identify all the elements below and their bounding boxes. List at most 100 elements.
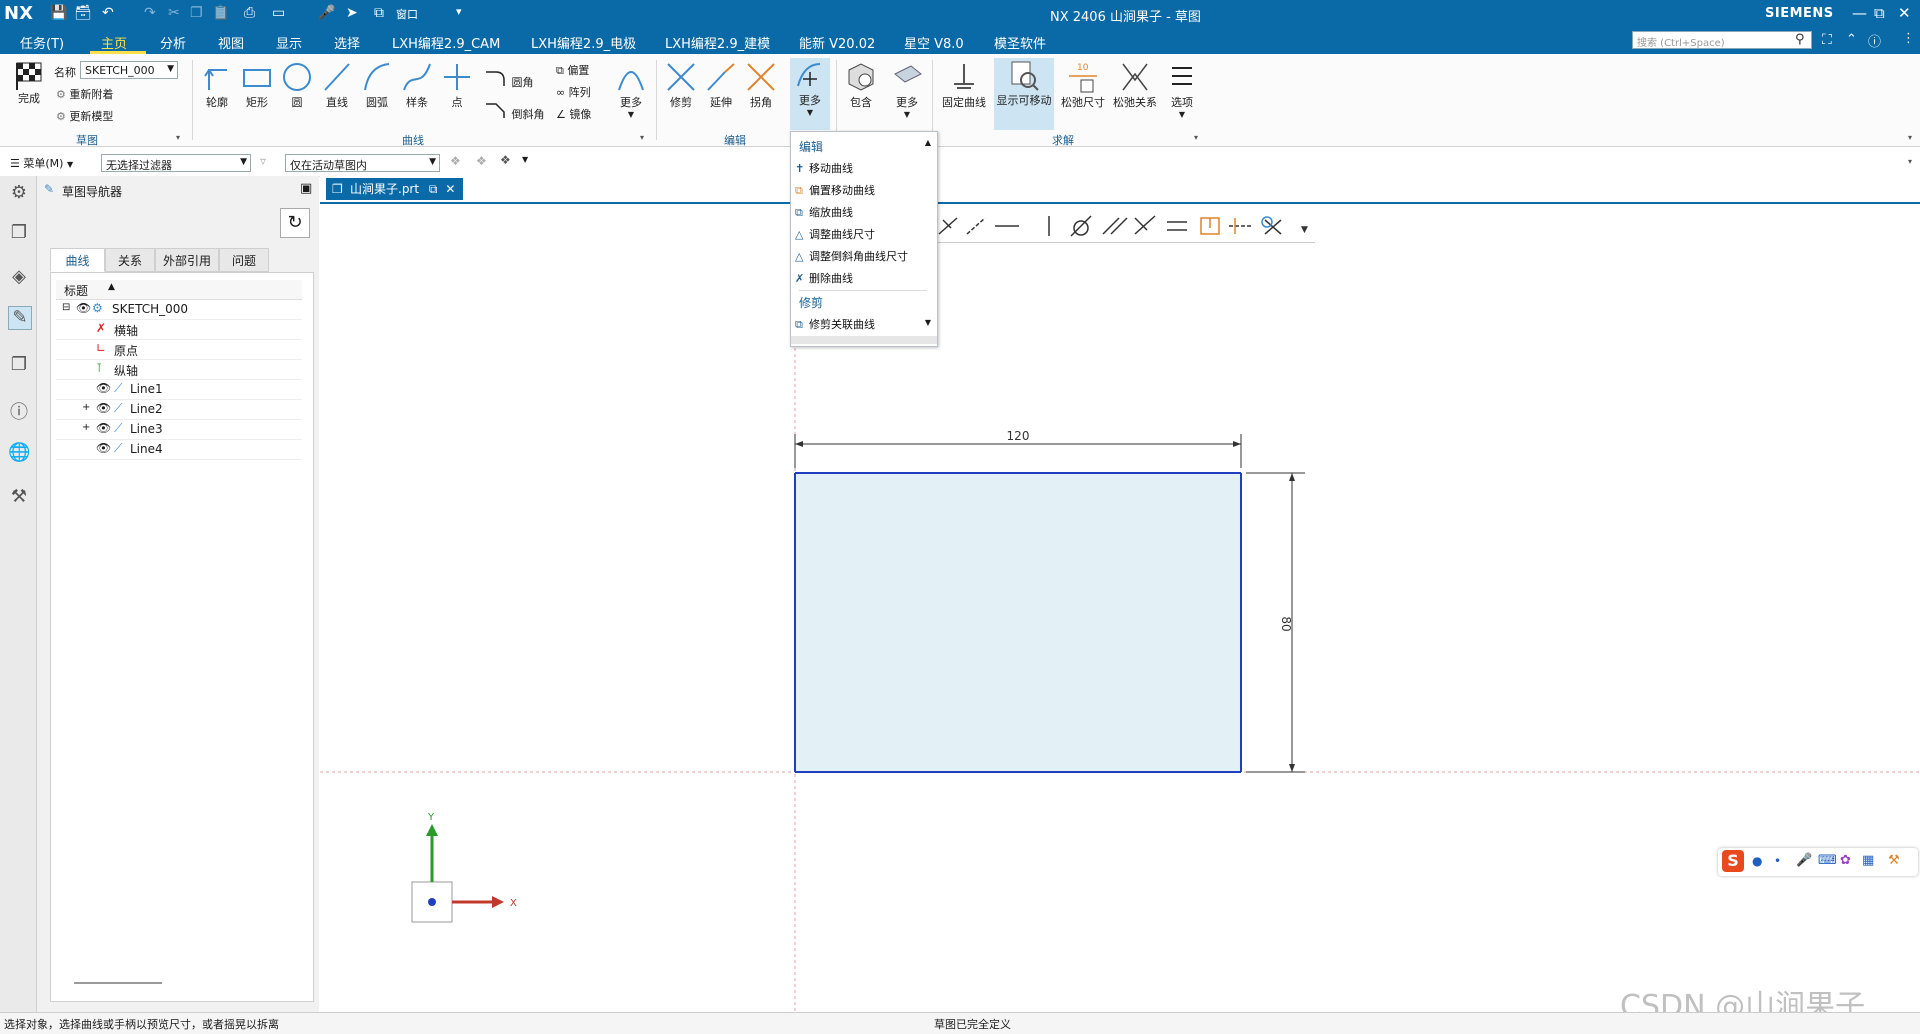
tree-row-line3[interactable]: + 👁 ⟋ Line3: [56, 420, 302, 440]
tab-analysis[interactable]: 分析: [160, 33, 186, 52]
collapse-icon[interactable]: ⊟: [62, 302, 70, 313]
command-search-input[interactable]: 搜索 (Ctrl+Space): [1632, 31, 1812, 49]
save-all-icon[interactable]: 🗃: [74, 5, 92, 21]
expand-icon[interactable]: +: [82, 422, 90, 433]
menu-item-move-curve[interactable]: ✝ 移动曲线: [795, 160, 853, 176]
perpendicular-icon[interactable]: [938, 217, 958, 235]
corner-button[interactable]: 拐角: [742, 60, 780, 110]
menu-item-resize-chamfer-curve[interactable]: △ 调整倒斜角曲线尺寸: [795, 248, 908, 264]
eye-icon[interactable]: 👁: [76, 301, 91, 315]
eye-icon[interactable]: 👁: [96, 421, 111, 435]
tree-row-line1[interactable]: 👁 ⟋ Line1: [56, 380, 302, 400]
reuse-library-icon[interactable]: ❐: [8, 354, 30, 376]
settings-gear-icon[interactable]: ⚙: [8, 182, 30, 204]
nav-tab-issues[interactable]: 问题: [219, 248, 269, 272]
tab-home[interactable]: 主页: [101, 33, 127, 52]
menu-item-scale-curve[interactable]: ⧉ 缩放曲线: [795, 204, 853, 220]
eye-icon[interactable]: 👁: [96, 441, 111, 455]
menu-item-offset-move-curve[interactable]: ⧉ 偏置移动曲线: [795, 182, 875, 198]
show-movable-button[interactable]: 显示可移动: [994, 58, 1054, 130]
tab-select[interactable]: 选择: [334, 33, 360, 52]
options-button[interactable]: 选项 ▼: [1164, 60, 1200, 119]
toolbar-expand-icon[interactable]: ▾: [1908, 157, 1912, 166]
ime-mode-icon[interactable]: ●: [1752, 854, 1762, 868]
toolbox-icon[interactable]: ▦: [1862, 853, 1874, 868]
cut-icon[interactable]: ✂: [168, 5, 180, 21]
horizontal-scrollbar[interactable]: [74, 982, 162, 984]
tab-moshen[interactable]: 模圣软件: [994, 33, 1046, 52]
tree-row-line2[interactable]: + 👁 ⟋ Line2: [56, 400, 302, 420]
pattern-button[interactable]: ∞ 阵列: [556, 84, 591, 100]
scroll-up-icon[interactable]: ▲: [925, 138, 931, 147]
relax-dimension-button[interactable]: 10 松弛尺寸: [1058, 60, 1108, 110]
tree-row-x-axis[interactable]: ✗ 横轴: [56, 320, 302, 340]
tab-nengxin[interactable]: 能新 V20.02: [799, 33, 875, 52]
history-icon[interactable]: ⓘ: [8, 398, 30, 423]
selection-filter-select[interactable]: 无选择过滤器 ▼: [101, 154, 251, 172]
trim-button[interactable]: 修剪: [662, 60, 700, 110]
fixed-icon[interactable]: [1200, 217, 1220, 235]
scroll-down-icon[interactable]: ▼: [925, 318, 931, 327]
profile-button[interactable]: 轮廓: [198, 60, 236, 110]
include-button[interactable]: 包含: [842, 60, 880, 110]
more-options-icon[interactable]: ⋮: [1902, 31, 1915, 46]
symmetric-icon[interactable]: [1261, 216, 1282, 235]
include-more-button[interactable]: 更多 ▼: [888, 60, 926, 119]
punctuation-icon[interactable]: •: [1774, 854, 1781, 868]
chamfer-button[interactable]: 倒斜角: [484, 100, 545, 122]
assembly-navigator-icon[interactable]: ❐: [8, 222, 30, 244]
menu-button[interactable]: ☰ 菜单(M) ▼: [10, 155, 73, 171]
tab-lxh-modeling[interactable]: LXH编程2.9_建模: [665, 33, 770, 52]
minimize-icon[interactable]: —: [1852, 4, 1867, 22]
command-finder-icon[interactable]: ➤: [346, 5, 358, 21]
group-expand-icon[interactable]: ▾: [640, 133, 644, 142]
equal-length-icon[interactable]: [1167, 221, 1187, 231]
tab-task[interactable]: 任务(T): [20, 33, 64, 52]
nav-tab-external-refs[interactable]: 外部引用: [155, 248, 219, 272]
close-icon[interactable]: ✕: [1898, 4, 1911, 22]
line-button[interactable]: 直线: [318, 60, 356, 110]
save-icon[interactable]: 💾: [50, 5, 67, 21]
circle-button[interactable]: 圆: [278, 60, 316, 110]
point-button[interactable]: 点: [438, 60, 476, 110]
customize-quick-access-icon[interactable]: ▾: [456, 5, 462, 18]
spline-button[interactable]: 样条: [398, 60, 436, 110]
finish-sketch-button[interactable]: 完成: [10, 60, 48, 106]
sketch-navigator-icon[interactable]: ✎: [8, 306, 32, 330]
close-tab-icon[interactable]: ✕: [445, 182, 455, 196]
menu-item-trim-recipe-curve[interactable]: ⧉ 修剪关联曲线: [795, 316, 875, 332]
mirror-button[interactable]: ∠ 镜像: [556, 106, 591, 122]
switch-window-icon[interactable]: ⧉: [374, 5, 384, 21]
group-expand-icon[interactable]: ▾: [1194, 133, 1198, 142]
eye-icon[interactable]: 👁: [96, 381, 111, 395]
part-navigator-icon[interactable]: ◈: [8, 266, 30, 288]
help-icon[interactable]: ⓘ: [1868, 31, 1881, 50]
relax-relation-button[interactable]: 松弛关系: [1110, 60, 1160, 110]
tree-row-y-axis[interactable]: ⊺ 纵轴: [56, 360, 302, 380]
parallel-icon[interactable]: [1102, 217, 1128, 235]
menu-item-delete-curve[interactable]: ✗ 删除曲线: [795, 270, 853, 286]
refresh-button[interactable]: ↻: [280, 208, 310, 238]
web-browser-icon[interactable]: 🌐: [8, 442, 30, 464]
dimension-horizontal-value[interactable]: 120: [1007, 429, 1030, 443]
skin-icon[interactable]: ✿: [1840, 853, 1851, 868]
tab-view[interactable]: 视图: [218, 33, 244, 52]
expand-icon[interactable]: +: [82, 402, 90, 413]
tab-xingkong[interactable]: 星空 V8.0: [904, 33, 964, 52]
window-menu[interactable]: 窗口: [396, 6, 418, 22]
offset-button[interactable]: ⧉ 偏置: [556, 62, 589, 78]
sketch-canvas[interactable]: 120 80 Y X: [320, 204, 1920, 1012]
print-icon[interactable]: ⎙: [244, 5, 255, 21]
nav-tab-curves[interactable]: 曲线: [50, 248, 105, 272]
midpoint-icon[interactable]: [1229, 218, 1253, 234]
fillet-button[interactable]: 圆角: [484, 68, 534, 90]
dropdown-resize-handle[interactable]: [791, 336, 937, 344]
document-tab[interactable]: ❐ 山涧果子.prt ⧉ ✕: [326, 178, 464, 200]
microphone-icon[interactable]: 🎤: [318, 5, 335, 21]
search-icon[interactable]: ⚲: [1795, 32, 1805, 47]
paste-icon[interactable]: 📋: [212, 5, 229, 21]
ribbon-expand-icon[interactable]: ▾: [1908, 133, 1912, 142]
chevron-down-icon[interactable]: ▼: [1301, 225, 1308, 235]
eye-icon[interactable]: 👁: [96, 401, 111, 415]
voice-input-icon[interactable]: 🎤: [1796, 853, 1812, 868]
